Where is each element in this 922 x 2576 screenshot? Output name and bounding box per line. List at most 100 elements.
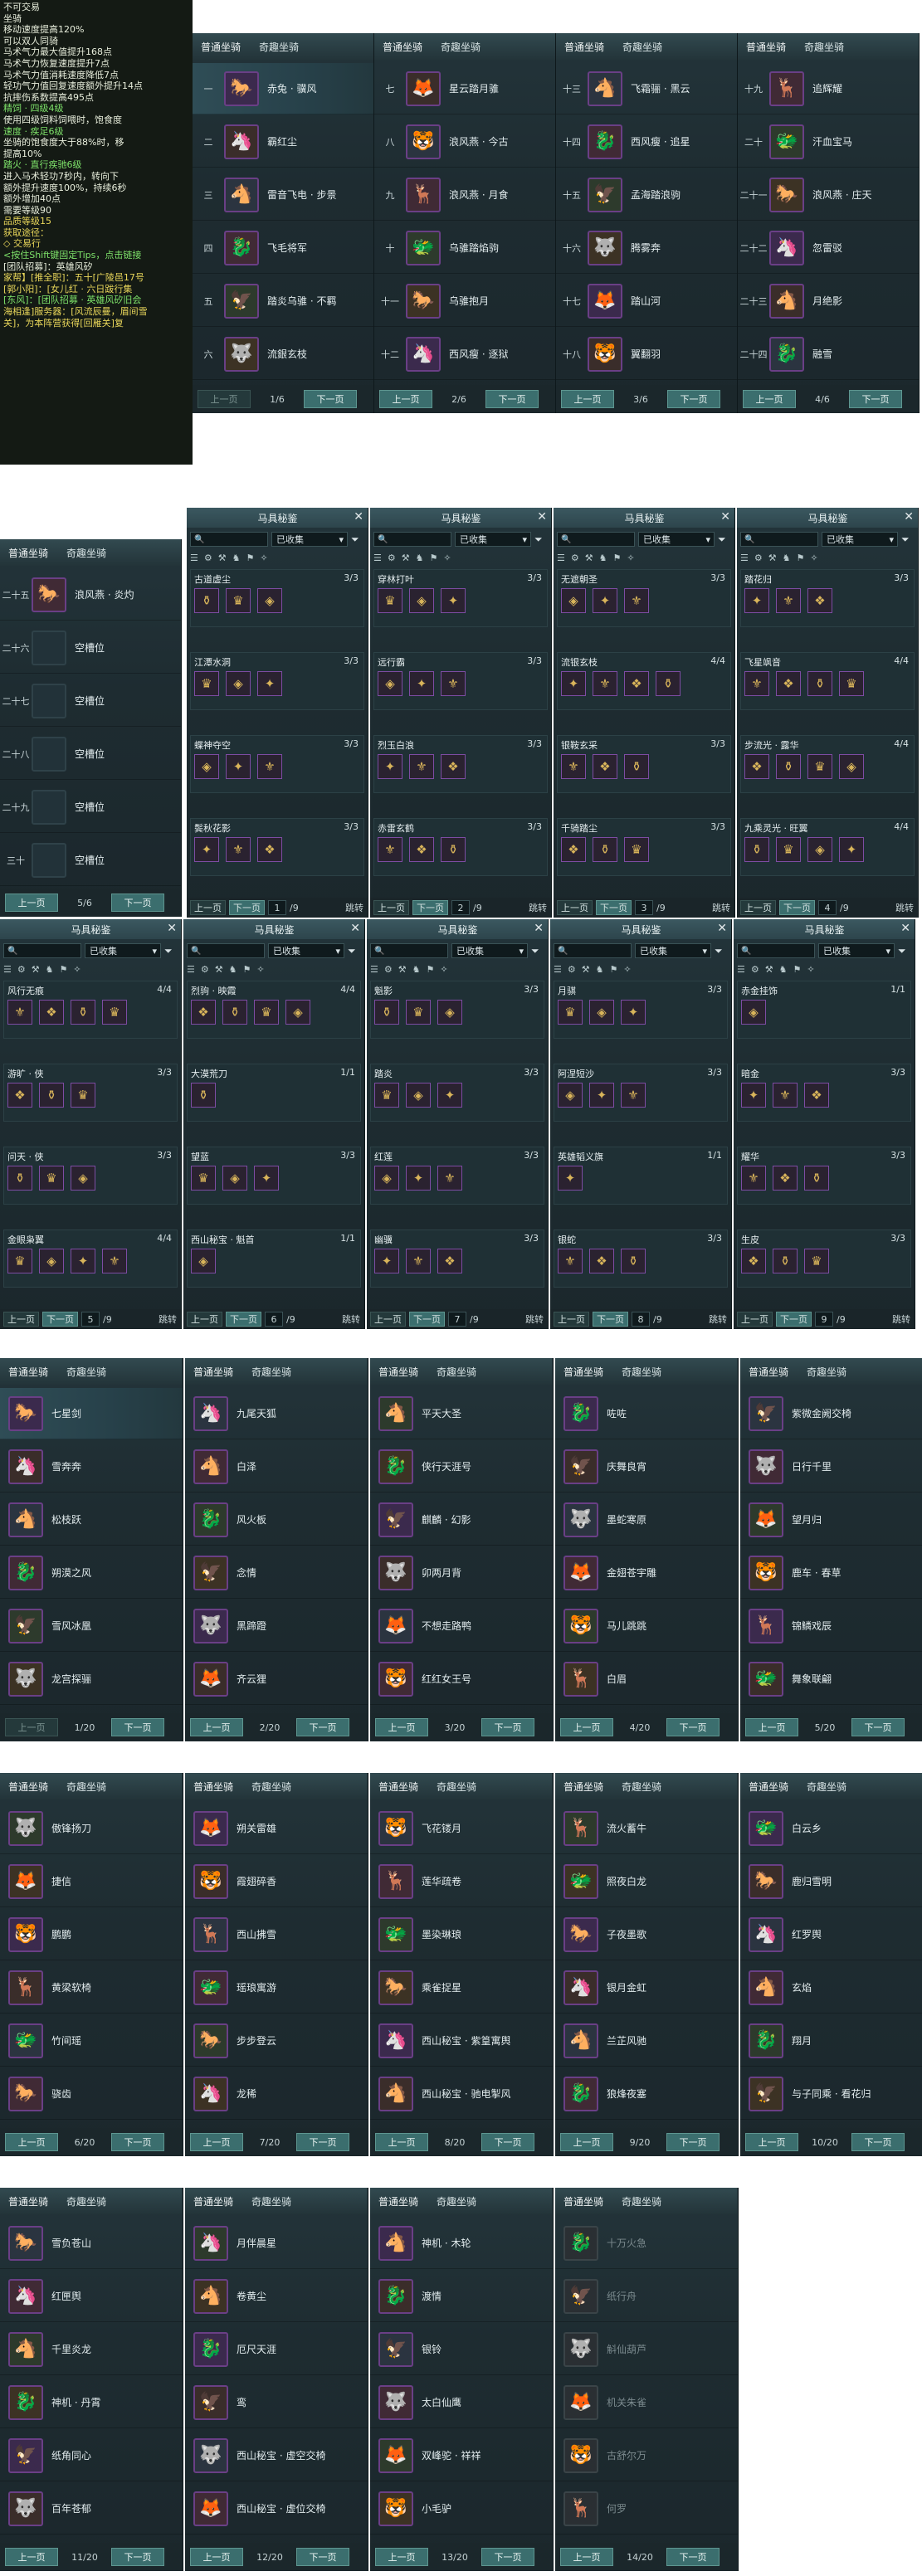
odd-mount-row[interactable]: 🐉 咗咗: [555, 1388, 738, 1439]
odd-mount-row[interactable]: 🐯 霞翅碎香: [185, 1856, 368, 1907]
prev-page-button[interactable]: 上一页: [561, 390, 614, 408]
page-input[interactable]: 1: [268, 900, 286, 915]
mount-row[interactable]: 二十三 🐴 月绝影: [738, 275, 919, 327]
odd-mount-row[interactable]: 🐲 照夜白龙: [555, 1856, 738, 1907]
odd-mount-row[interactable]: 🐺 傲锋扬刀: [0, 1803, 183, 1854]
odd-mount-row[interactable]: 🦊 金翅苍宇雕: [555, 1547, 738, 1599]
filter-icon[interactable]: ⏷: [718, 533, 726, 546]
category-icon[interactable]: ⚒: [585, 553, 593, 563]
harness-set[interactable]: 望蓝 3/3 ♛ ◈ ✦: [187, 1147, 361, 1205]
mount-row[interactable]: 二 🦄 霸红尘: [193, 116, 373, 168]
harness-item-icon[interactable]: ◈: [39, 1249, 64, 1273]
harness-item-icon[interactable]: ⚱: [7, 1166, 32, 1191]
odd-mount-row[interactable]: 🦊 不想走路鸭: [370, 1600, 553, 1652]
tab-normal-mounts[interactable]: 普通坐骑: [193, 2194, 233, 2214]
category-icon[interactable]: ⚙: [571, 553, 579, 563]
harness-set[interactable]: 千骑踏尘 3/3 ❖ ⚱ ♛: [557, 818, 731, 876]
odd-mount-row[interactable]: 🐺 卯两月背: [370, 1547, 553, 1599]
odd-mount-row[interactable]: 🐉 朔漠之风: [0, 1547, 183, 1599]
odd-mount-row[interactable]: 🐺 太白仙鹰: [370, 2377, 553, 2428]
odd-mount-row[interactable]: 🦊 望月归: [740, 1494, 922, 1546]
category-icon[interactable]: ⚙: [17, 964, 26, 975]
tab-normal-mounts[interactable]: 普通坐骑: [564, 40, 604, 60]
harness-item-icon[interactable]: ⚱: [374, 1000, 399, 1025]
odd-mount-row[interactable]: 🦌 黄梁软椅: [0, 1962, 183, 2014]
category-icon[interactable]: ♞: [596, 964, 604, 975]
tab-normal-mounts[interactable]: 普通坐骑: [378, 2194, 418, 2214]
prev-page-button[interactable]: 上一页: [745, 2133, 798, 2151]
harness-item-icon[interactable]: ❖: [776, 671, 801, 696]
category-icon[interactable]: ♞: [779, 964, 788, 975]
odd-mount-row[interactable]: 🦄 银月金虹: [555, 1962, 738, 2014]
harness-item-icon[interactable]: ⚜: [378, 837, 402, 862]
mount-row[interactable]: 九 🦌 浪风燕 · 月食: [374, 169, 555, 221]
harness-item-icon[interactable]: ♛: [776, 837, 801, 862]
odd-mount-row[interactable]: 🐺 百年苍郁: [0, 2483, 183, 2535]
harness-item-icon[interactable]: ♛: [254, 1000, 279, 1025]
harness-set[interactable]: 红莲 3/3 ◈ ✦ ⚜: [370, 1147, 544, 1205]
harness-set[interactable]: 赤金挂饰 1/1 ◈: [737, 981, 911, 1039]
odd-mount-row[interactable]: 🦌 白眉: [555, 1653, 738, 1705]
collected-filter-select[interactable]: 已收集 ▾: [85, 943, 161, 958]
harness-item-icon[interactable]: ♛: [839, 671, 864, 696]
harness-item-icon[interactable]: ❖: [191, 1000, 216, 1025]
harness-item-icon[interactable]: ✦: [71, 1249, 95, 1273]
odd-mount-row[interactable]: 🐲 墨染琳琅: [370, 1909, 553, 1960]
odd-mount-row[interactable]: 🐺 龙宫探骊: [0, 1653, 183, 1705]
tab-odd-mounts[interactable]: 奇趣坐骑: [622, 1780, 661, 1799]
odd-mount-row[interactable]: 🐎 乘雀捉星: [370, 1962, 553, 2014]
category-icon[interactable]: ☰: [370, 964, 378, 975]
harness-item-icon[interactable]: ✦: [409, 671, 434, 696]
harness-set[interactable]: 西山秘宝 · 魁首 1/1 ◈: [187, 1230, 361, 1288]
harness-item-icon[interactable]: ✦: [839, 837, 864, 862]
next-page-button[interactable]: 下一页: [304, 390, 357, 408]
harness-item-icon[interactable]: ♛: [102, 1000, 127, 1025]
collected-filter-select[interactable]: 已收集 ▾: [818, 943, 895, 958]
odd-mount-row[interactable]: 🦌 西山拂雪: [185, 1909, 368, 1960]
harness-item-icon[interactable]: ⚜: [744, 671, 769, 696]
harness-item-icon[interactable]: ⚱: [621, 1249, 646, 1273]
harness-item-icon[interactable]: ◈: [226, 671, 251, 696]
harness-item-icon[interactable]: ❖: [7, 1083, 32, 1108]
category-icon[interactable]: ♞: [416, 553, 424, 563]
odd-mount-row[interactable]: 🦄 西山秘宝 · 紫篁寓舆: [370, 2015, 553, 2067]
odd-mount-row[interactable]: 🦄 红匣舆: [0, 2271, 183, 2322]
odd-mount-row[interactable]: 🐯 小毛驴: [370, 2483, 553, 2535]
harness-item-icon[interactable]: ⚱: [624, 754, 649, 779]
category-icon[interactable]: ☰: [737, 964, 745, 975]
odd-mount-row[interactable]: 🐯 飞花镂月: [370, 1803, 553, 1854]
harness-set[interactable]: 鬓秋花影 3/3 ✦ ⚜ ❖: [190, 818, 364, 876]
harness-item-icon[interactable]: ⚱: [776, 754, 801, 779]
prev-page-button[interactable]: 上一页: [379, 390, 432, 408]
category-icon[interactable]: ⚒: [218, 553, 227, 563]
collected-filter-select[interactable]: 已收集 ▾: [451, 943, 528, 958]
tab-odd-mounts[interactable]: 奇趣坐骑: [251, 1365, 291, 1385]
search-input[interactable]: 🔍: [373, 532, 451, 547]
close-icon[interactable]: ✕: [900, 922, 910, 935]
category-icon[interactable]: ⚑: [246, 553, 255, 563]
jump-button[interactable]: 跳转: [342, 1312, 360, 1326]
category-icon[interactable]: ⚙: [204, 553, 212, 563]
harness-item-icon[interactable]: ❖: [624, 671, 649, 696]
harness-item-icon[interactable]: ✦: [194, 837, 219, 862]
mount-row[interactable]: 十二 🦄 西风瘦 · 逐狱: [374, 329, 555, 380]
odd-mount-row[interactable]: 🐎 子夜墨歌: [555, 1909, 738, 1960]
page-input[interactable]: 5: [81, 1312, 100, 1327]
odd-mount-row[interactable]: 🐉 翔月: [740, 2015, 922, 2067]
close-icon[interactable]: ✕: [534, 922, 544, 935]
harness-item-icon[interactable]: ❖: [561, 837, 586, 862]
harness-set[interactable]: 英雄韬义旗 1/1 ✦: [554, 1147, 728, 1205]
prev-page-button[interactable]: 上一页: [560, 1718, 613, 1736]
filter-icon[interactable]: ⏷: [351, 533, 359, 546]
odd-mount-row[interactable]: 🦅 念情: [185, 1547, 368, 1599]
harness-item-icon[interactable]: ♛: [378, 588, 402, 613]
harness-item-icon[interactable]: ✦: [589, 1083, 614, 1108]
harness-set[interactable]: 月骐 3/3 ♛ ◈ ✦: [554, 981, 728, 1039]
category-icon[interactable]: ⚑: [797, 553, 805, 563]
category-icon[interactable]: ♞: [412, 964, 421, 975]
harness-item-icon[interactable]: ◈: [409, 588, 434, 613]
harness-item-icon[interactable]: ❖: [804, 1083, 829, 1108]
prev-page-button[interactable]: 上一页: [375, 2548, 428, 2566]
prev-page-button[interactable]: 上一页: [740, 900, 776, 915]
next-page-button[interactable]: 下一页: [111, 2133, 164, 2151]
